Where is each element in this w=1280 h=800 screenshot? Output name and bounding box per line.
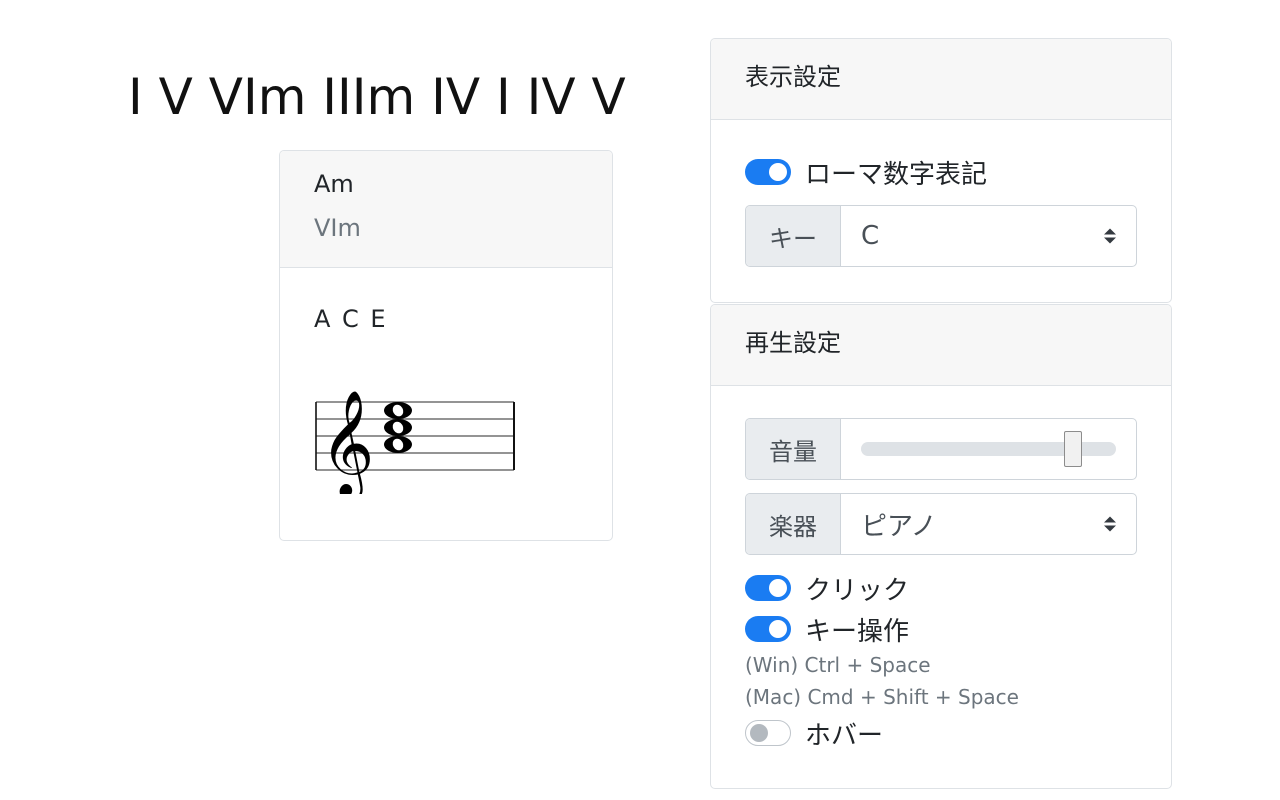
chord-card-header: Am VIm [280,151,612,268]
key-input-group: キー C [745,205,1137,267]
chord-name: Am [314,170,354,198]
roman-numeral-toggle[interactable] [745,159,791,185]
shortcut-hint-mac: (Mac) Cmd + Shift + Space [745,685,1019,709]
display-settings-title: 表示設定 [711,39,1171,120]
key-select[interactable]: C [841,206,1136,266]
keyboard-toggle-row: キー操作 [745,609,1137,649]
volume-input-group: 音量 [745,418,1137,480]
click-toggle[interactable] [745,575,791,601]
volume-slider[interactable] [841,419,1136,479]
chord-progression-title: I V VIm IIIm IV I IV V [128,68,626,126]
playback-settings-panel: 再生設定 音量 楽器 ピアノ クリック キー操作 (Win) Ctrl + Sp… [710,304,1172,789]
click-toggle-label: クリック [805,575,910,606]
playback-settings-title: 再生設定 [711,305,1171,386]
shortcut-hint-win: (Win) Ctrl + Space [745,653,931,677]
instrument-label: 楽器 [746,494,841,554]
display-settings-panel: 表示設定 ローマ数字表記 キー C [710,38,1172,303]
instrument-select[interactable]: ピアノ [841,494,1136,554]
volume-slider-track [861,431,1116,467]
chord-roman-numeral: VIm [314,214,361,242]
instrument-select-value: ピアノ [861,511,937,542]
select-arrows-icon [1104,516,1116,532]
select-arrows-icon [1104,228,1116,244]
toggle-knob [750,724,768,742]
chord-card-body: A C E 𝄞 [280,268,612,494]
hover-toggle[interactable] [745,720,791,746]
instrument-input-group: 楽器 ピアノ [745,493,1137,555]
keyboard-shortcut-toggle-label: キー操作 [805,616,910,647]
volume-label: 音量 [746,419,841,479]
roman-numeral-toggle-label: ローマ数字表記 [805,159,988,190]
key-label: キー [746,206,841,266]
treble-clef-icon: 𝄞 [320,389,374,494]
toggle-knob [769,620,787,638]
hover-toggle-row: ホバー [745,713,1137,753]
keyboard-shortcut-toggle[interactable] [745,616,791,642]
hover-toggle-label: ホバー [805,720,884,751]
click-toggle-row: クリック [745,568,1137,608]
toggle-knob [769,579,787,597]
volume-slider-thumb[interactable] [1063,431,1082,467]
key-select-value: C [861,221,880,251]
chord-notes: A C E [314,305,388,333]
roman-numeral-toggle-row: ローマ数字表記 [745,152,1137,192]
staff-notation: 𝄞 [315,389,515,494]
chord-card: Am VIm A C E 𝄞 [279,150,613,541]
chord-notes-icon [384,402,412,453]
toggle-knob [769,163,787,181]
